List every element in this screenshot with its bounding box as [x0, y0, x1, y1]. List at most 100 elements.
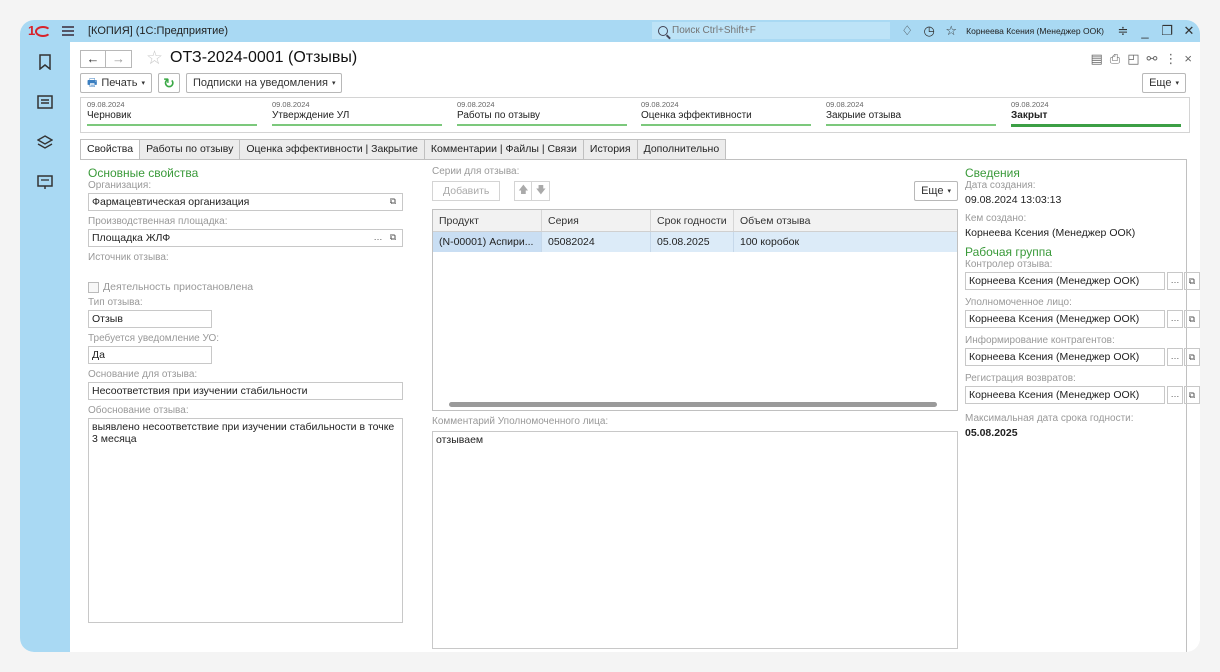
reason-label: Обоснование отзыва: — [88, 405, 189, 416]
select-icon[interactable]: … — [371, 231, 385, 245]
favorite-star-icon[interactable]: ☆ — [146, 47, 163, 70]
search-input[interactable] — [672, 25, 872, 36]
sidebar-report-icon[interactable] — [20, 162, 70, 202]
refresh-button[interactable]: ↻ — [157, 73, 180, 93]
sidebar-bookmark-icon[interactable] — [20, 42, 70, 82]
tab-comments[interactable]: Комментарии | Файлы | Связи — [424, 139, 584, 160]
cell-series[interactable]: 05082024 — [542, 232, 651, 252]
group-title: Рабочая группа — [965, 245, 1052, 259]
open-icon[interactable]: ⧉ — [1184, 310, 1200, 328]
sidebar-news-icon[interactable] — [20, 82, 70, 122]
horizontal-scrollbar[interactable] — [439, 402, 949, 407]
controller-field[interactable]: Корнеева Ксения (Менеджер ООК) — [965, 272, 1165, 290]
window-title: [КОПИЯ] (1С:Предприятие) — [88, 25, 229, 37]
link-icon[interactable]: ⚯ — [1147, 51, 1158, 67]
series-panel: Серии для отзыва: Добавить 🡅 🡇 Еще ▾ Про… — [432, 166, 958, 649]
settings-icon[interactable]: ≑ — [1112, 23, 1134, 39]
qp-label: Уполномоченное лицо: — [965, 297, 1072, 308]
open-icon[interactable]: ⧉ — [386, 231, 400, 245]
open-icon[interactable]: ⧉ — [1184, 272, 1200, 290]
printer-icon: 🖶 — [87, 76, 98, 89]
scrollbar-thumb[interactable] — [449, 402, 937, 407]
returns-label: Регистрация возвратов: — [965, 373, 1076, 384]
org-label: Организация: — [88, 180, 152, 191]
suspended-checkbox[interactable]: Деятельность приостановлена — [88, 281, 403, 293]
notify-field[interactable]: Да — [88, 346, 212, 364]
cell-expiry[interactable]: 05.08.2025 — [651, 232, 734, 252]
move-up-icon[interactable]: 🡅 — [514, 181, 533, 201]
preview-icon[interactable]: ◰ — [1127, 51, 1139, 67]
cell-volume[interactable]: 100 коробок — [734, 232, 957, 252]
bell-icon[interactable]: ♢ — [896, 23, 918, 39]
form-tools: ▤ ⎙ ◰ ⚯ ⋮ × — [1091, 51, 1193, 67]
open-icon[interactable]: ⧉ — [1184, 386, 1200, 404]
basis-field[interactable]: Несоответствия при изучении стабильности — [88, 382, 403, 400]
qp-field[interactable]: Корнеева Ксения (Менеджер ООК) — [965, 310, 1165, 328]
tab-history[interactable]: История — [583, 139, 638, 160]
stage-name: Черновик — [87, 110, 132, 121]
print-label: Печать — [101, 77, 138, 89]
stage-date: 09.08.2024 — [272, 100, 310, 109]
more-vertical-icon[interactable]: ⋮ — [1164, 51, 1177, 67]
notify-value: Да — [92, 349, 105, 361]
move-down-icon[interactable]: 🡇 — [532, 181, 551, 201]
col-series[interactable]: Серия — [542, 210, 651, 231]
type-field[interactable]: Отзыв — [88, 310, 212, 328]
back-arrow-icon[interactable]: ← — [80, 50, 106, 68]
site-value: Площадка ЖЛФ — [92, 232, 171, 244]
reason-textarea[interactable]: выявлено несоответствие при изучении ста… — [88, 418, 403, 623]
table-row[interactable]: (N-00001) Аспири... 05082024 05.08.2025 … — [433, 232, 957, 252]
tab-additional[interactable]: Дополнительно — [637, 139, 727, 160]
current-user[interactable]: Корнеева Ксения (Менеджер ООК) — [966, 26, 1104, 36]
type-value: Отзыв — [92, 313, 123, 325]
site-field[interactable]: Площадка ЖЛФ … ⧉ — [88, 229, 403, 247]
select-icon[interactable]: … — [1167, 310, 1183, 328]
col-product[interactable]: Продукт — [433, 210, 542, 231]
tab-recall-works[interactable]: Работы по отзыву — [140, 139, 241, 160]
select-icon[interactable]: … — [1167, 272, 1183, 290]
stage-name: Закрыие отзыва — [826, 110, 902, 121]
more-button[interactable]: Еще ▾ — [1142, 73, 1186, 93]
tab-properties[interactable]: Свойства — [80, 139, 141, 160]
subscriptions-button[interactable]: Подписки на уведомления ▾ — [185, 73, 343, 93]
global-search[interactable] — [652, 22, 890, 39]
cell-product[interactable]: (N-00001) Аспири... — [433, 232, 542, 252]
forward-arrow-icon[interactable]: → — [106, 50, 132, 68]
minimize-icon[interactable]: _ — [1134, 24, 1156, 39]
returns-field[interactable]: Корнеева Ксения (Менеджер ООК) — [965, 386, 1165, 404]
sidebar-layers-icon[interactable] — [20, 122, 70, 162]
org-field[interactable]: Фармацевтическая организация ⧉ — [88, 193, 403, 211]
checkbox-box[interactable] — [88, 281, 99, 293]
controller-label: Контролер отзыва: — [965, 259, 1053, 270]
comment-textarea[interactable]: отзываем — [432, 431, 958, 649]
series-more-button[interactable]: Еще ▾ — [914, 181, 958, 201]
tab-evaluation[interactable]: Оценка эффективности | Закрытие — [240, 139, 425, 160]
select-icon[interactable]: … — [1167, 386, 1183, 404]
history-icon[interactable]: ◷ — [918, 23, 940, 39]
open-icon[interactable]: ⧉ — [1184, 348, 1200, 366]
open-icon[interactable]: ⧉ — [386, 195, 400, 209]
close-icon[interactable]: ✕ — [1178, 23, 1200, 39]
print-button[interactable]: 🖶 Печать ▾ — [80, 73, 152, 93]
stage-name: Утверждение УЛ — [272, 110, 350, 121]
favorites-star-icon[interactable]: ☆ — [940, 23, 962, 39]
col-expiry[interactable]: Срок годности — [651, 210, 734, 231]
print-icon[interactable]: ⎙ — [1110, 51, 1120, 67]
close-form-icon[interactable]: × — [1184, 51, 1192, 67]
type-label: Тип отзыва: — [88, 297, 143, 308]
hamburger-menu-icon[interactable] — [62, 26, 74, 36]
restore-icon[interactable]: ❐ — [1156, 23, 1178, 39]
select-icon[interactable]: … — [1167, 348, 1183, 366]
qp-row: Корнеева Ксения (Менеджер ООК) … ⧉ — [965, 310, 1200, 330]
more-label: Еще — [921, 185, 944, 197]
col-volume[interactable]: Объем отзыва — [734, 210, 957, 231]
save-icon[interactable]: ▤ — [1091, 51, 1103, 67]
series-toolbar: Добавить 🡅 🡇 Еще ▾ — [432, 181, 958, 201]
chevron-down-icon: ▾ — [141, 80, 145, 87]
source-label: Источник отзыва: — [88, 252, 169, 263]
partners-field[interactable]: Корнеева Ксения (Менеджер ООК) — [965, 348, 1165, 366]
document-form: ← → ☆ ОТЗ-2024-0001 (Отзывы) ▤ ⎙ ◰ ⚯ ⋮ ×… — [70, 42, 1200, 652]
add-button[interactable]: Добавить — [432, 181, 501, 201]
series-table: Продукт Серия Срок годности Объем отзыва… — [432, 209, 958, 411]
1c-logo-icon[interactable]: 1 — [28, 24, 51, 38]
